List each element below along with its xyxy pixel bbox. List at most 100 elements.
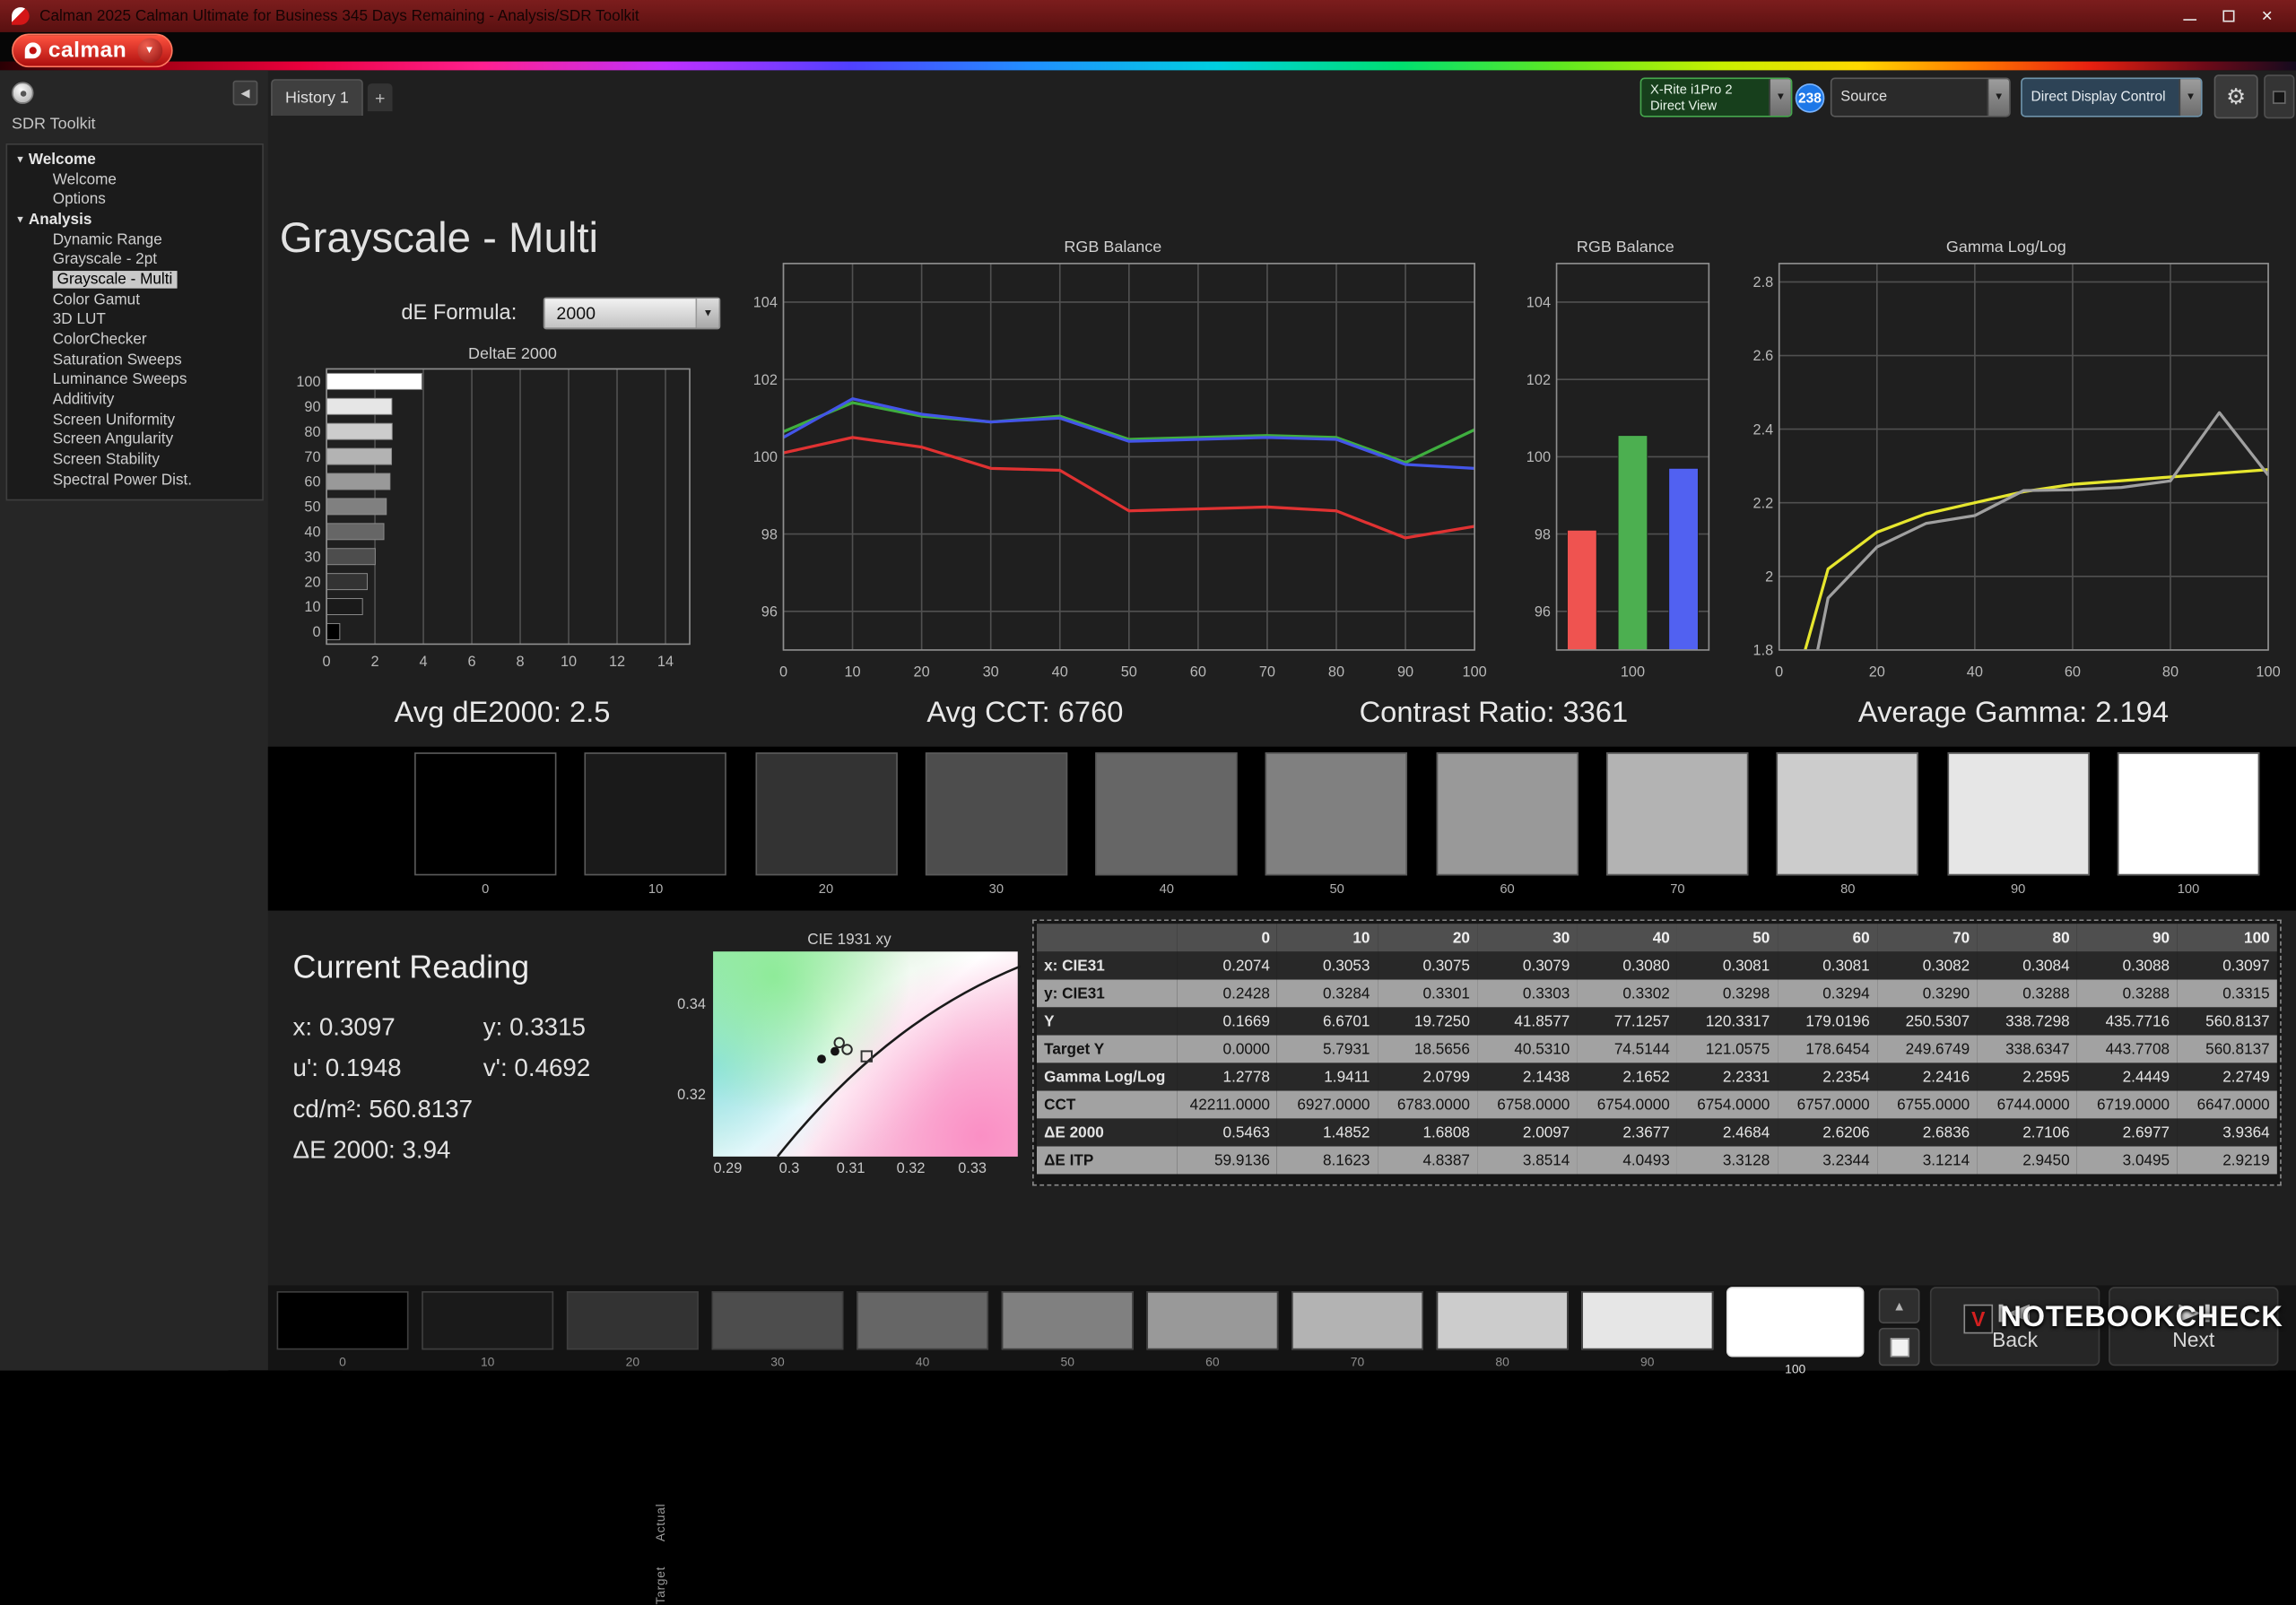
close-button[interactable]: × — [2262, 6, 2273, 25]
pattern-patch-0[interactable] — [276, 1291, 409, 1350]
table-cell: 0.1669 — [1222, 1012, 1270, 1030]
sidebar-item-label: Options — [52, 190, 106, 209]
table-row-label: y: CIE31 — [1044, 984, 1105, 1002]
svg-text:60: 60 — [1190, 664, 1206, 680]
table-cell: 0.3080 — [1622, 956, 1670, 975]
pattern-patch-90[interactable] — [1581, 1291, 1714, 1350]
tree-expand-icon[interactable]: ▾ — [18, 153, 23, 165]
table-cell: 178.6454 — [1805, 1040, 1870, 1058]
pattern-patch-cell: 90 — [1581, 1291, 1714, 1369]
sidebar-item-3d-lut[interactable]: 3D LUT — [7, 309, 262, 329]
stat-contrast-ratio: Contrast Ratio: 3361 — [1359, 697, 1629, 730]
sidebar-dot-button[interactable] — [12, 82, 34, 104]
sidebar-item-label: Screen Stability — [52, 451, 160, 469]
table-cell: 6754.0000 — [1697, 1096, 1770, 1114]
grayscale-swatch-90 — [1946, 752, 2090, 876]
table-row-label: x: CIE31 — [1044, 956, 1105, 975]
sidebar-item-color-gamut[interactable]: Color Gamut — [7, 290, 262, 309]
sidebar-item-analysis[interactable]: ▾ Analysis — [7, 210, 262, 230]
source-dropdown[interactable]: Source ▼ — [1830, 77, 2011, 117]
table-cell: 0.3303 — [1522, 984, 1570, 1002]
table-cell: 74.5144 — [1613, 1040, 1670, 1058]
grayscale-swatch-cell: 20 — [754, 752, 898, 896]
grayscale-swatch-50 — [1265, 752, 1408, 876]
sidebar-item-additivity[interactable]: Additivity — [7, 390, 262, 410]
sidebar-item-label: Luminance Sweeps — [52, 370, 187, 389]
sidebar-item-spectral-power-dist[interactable]: Spectral Power Dist. — [7, 470, 262, 490]
sidebar-item-saturation-sweeps[interactable]: Saturation Sweeps — [7, 350, 262, 369]
stop-icon — [2272, 90, 2286, 104]
table-col-header: 100 — [2177, 924, 2277, 952]
table-cell: 560.8137 — [2205, 1040, 2270, 1058]
tree-expand-icon[interactable]: ▾ — [18, 213, 23, 225]
pattern-patch-20[interactable] — [566, 1291, 699, 1350]
grayscale-swatch-60 — [1436, 752, 1578, 876]
table-cell: 19.7250 — [1413, 1012, 1470, 1030]
next-button[interactable]: Next — [2109, 1287, 2279, 1366]
table-cell: 6755.0000 — [1897, 1096, 1970, 1114]
pattern-up-button[interactable]: ▲ — [1878, 1288, 1920, 1323]
svg-text:2.8: 2.8 — [1753, 274, 1774, 291]
table-row: ΔE 2000 0.5463 1.4852 1.6808 2.0097 2.3677 2.4… — [1036, 1118, 2277, 1147]
sidebar-collapse-button[interactable]: ◀ — [232, 80, 258, 106]
table-col-header: 70 — [1876, 924, 1978, 952]
add-tab-button[interactable]: + — [367, 83, 393, 112]
sidebar-item-colorchecker[interactable]: ColorChecker — [7, 330, 262, 350]
display-control-label: Direct Display Control — [2031, 89, 2166, 106]
sidebar-item-screen-uniformity[interactable]: Screen Uniformity — [7, 410, 262, 429]
pattern-patch-80[interactable] — [1436, 1291, 1569, 1350]
logo-menu-button[interactable]: ▼ — [136, 38, 162, 64]
pattern-patch-60[interactable] — [1146, 1291, 1279, 1350]
pattern-patch-cell: 80 — [1436, 1291, 1569, 1369]
sidebar-item-luminance-sweeps[interactable]: Luminance Sweeps — [7, 369, 262, 389]
pattern-patch-100[interactable] — [1726, 1287, 1865, 1358]
back-button[interactable]: Back — [1929, 1287, 2100, 1366]
table-row: ΔE ITP 59.9136 8.1623 4.8387 3.8514 4.0493 3.3… — [1036, 1146, 2277, 1175]
cie-overlay — [776, 965, 1022, 1158]
table-cell: 6.6701 — [1322, 1012, 1370, 1030]
pattern-patch-70[interactable] — [1292, 1291, 1423, 1350]
maximize-button[interactable] — [2223, 10, 2236, 22]
pattern-window-button[interactable] — [1878, 1327, 1920, 1366]
table-cell: 0.3081 — [1822, 956, 1870, 975]
svg-text:2: 2 — [1765, 569, 1773, 586]
settings-button[interactable]: ⚙ — [2213, 74, 2258, 119]
sidebar-item-grayscale-multi[interactable]: Grayscale - Multi — [7, 270, 262, 290]
pattern-patch-50[interactable] — [1001, 1291, 1134, 1350]
sidebar-item-screen-stability[interactable]: Screen Stability — [7, 450, 262, 470]
de-formula-select[interactable]: 2000 ▼ — [543, 297, 721, 330]
calman-logo[interactable]: calman ▼ — [12, 33, 172, 68]
grayscale-swatch-0 — [414, 752, 557, 876]
table-cell: 2.2331 — [1722, 1068, 1770, 1086]
sidebar-item-welcome[interactable]: ▾ Welcome — [7, 150, 262, 169]
swatch-label: 30 — [988, 881, 1004, 897]
collapse-left-icon: ◀ — [240, 86, 250, 100]
gamma-chart: 1.8 2 2.2 2.4 2.6 2.8 0 20 40 60 80 100 — [1753, 263, 2281, 680]
table-cell: 0.2428 — [1222, 984, 1270, 1002]
pattern-patch-40[interactable] — [857, 1291, 989, 1350]
de-formula-label: dE Formula: — [401, 301, 517, 325]
swatch-label: 70 — [1670, 881, 1685, 897]
minimize-button[interactable] — [2184, 12, 2197, 21]
sidebar-item-screen-angularity[interactable]: Screen Angularity — [7, 429, 262, 449]
stat-average-gamma: Average Gamma: 2.194 — [1857, 697, 2170, 730]
table-cell: 2.1652 — [1622, 1068, 1670, 1086]
table-cell: 0.3284 — [1322, 984, 1370, 1002]
sidebar-item-dynamic-range[interactable]: Dynamic Range — [7, 230, 262, 249]
grayscale-swatch-cell: 50 — [1265, 752, 1408, 896]
meter-count-badge[interactable]: 238 — [1795, 83, 1825, 113]
display-control-dropdown[interactable]: Direct Display Control ▼ — [2021, 77, 2203, 117]
table-row: Gamma Log/Log 1.2778 1.9411 2.0799 2.1438 2.1… — [1036, 1063, 2277, 1091]
table-cell: 1.9411 — [1324, 1068, 1370, 1086]
sidebar-item-options[interactable]: Options — [7, 189, 262, 209]
pattern-patch-10[interactable] — [422, 1291, 554, 1350]
sidebar-item-welcome[interactable]: Welcome — [7, 169, 262, 189]
meter-dropdown[interactable]: X-Rite i1Pro 2 Direct View ▼ — [1639, 77, 1793, 117]
pattern-patch-cell: 60 — [1146, 1291, 1279, 1369]
pattern-patch-30[interactable] — [711, 1291, 844, 1350]
swatch-label: 60 — [1500, 881, 1515, 897]
pattern-patch-cell: 10 — [422, 1291, 554, 1369]
tab-history-1[interactable]: History 1 — [271, 79, 363, 116]
sidebar-item-grayscale-2pt[interactable]: Grayscale - 2pt — [7, 249, 262, 269]
stop-button[interactable] — [2264, 74, 2295, 119]
